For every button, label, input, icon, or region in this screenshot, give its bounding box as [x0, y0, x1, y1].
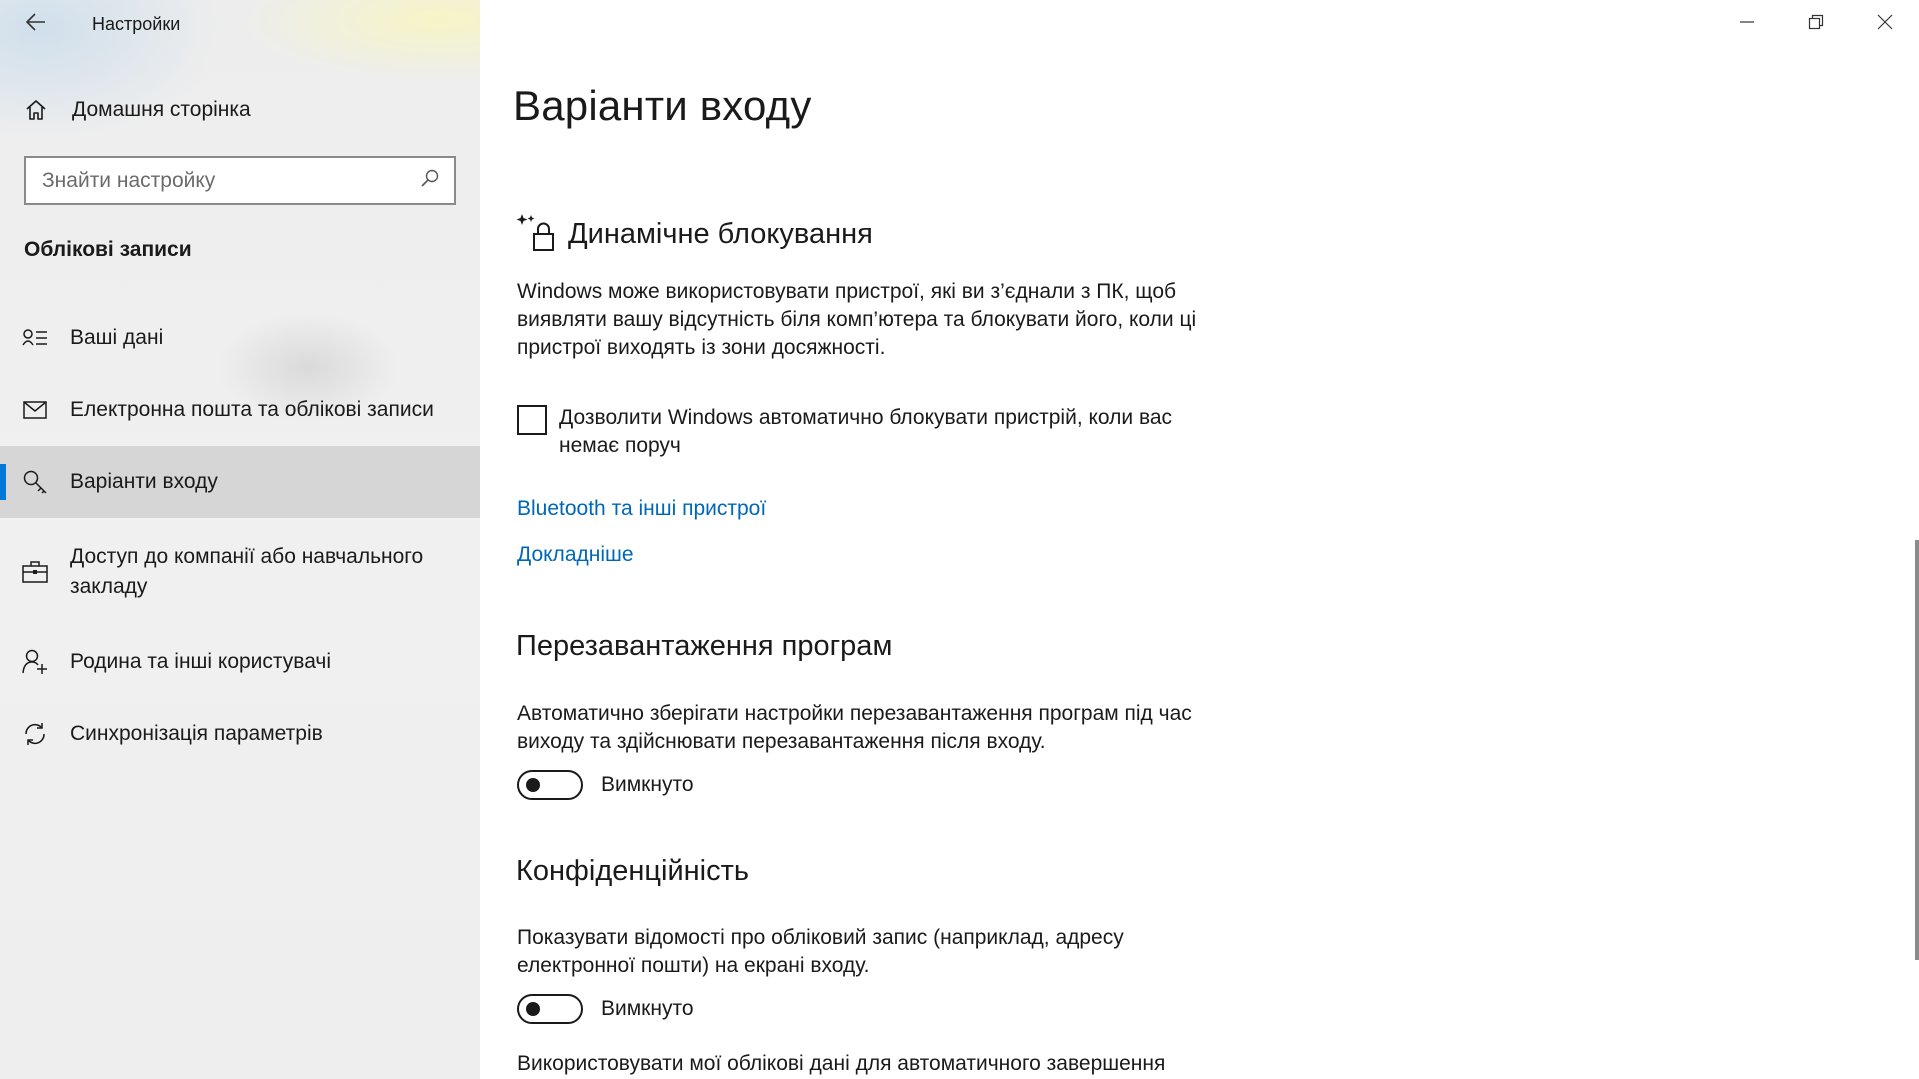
person-add-icon — [0, 649, 70, 675]
learn-more-link[interactable]: Докладніше — [517, 543, 634, 567]
bluetooth-devices-link[interactable]: Bluetooth та інші пристрої — [517, 497, 766, 521]
search-icon[interactable] — [420, 168, 440, 193]
section-privacy-header: Конфіденційність — [516, 855, 749, 888]
mail-icon — [0, 401, 70, 419]
close-icon — [1877, 14, 1893, 35]
sidebar-item-label: Синхронізація параметрів — [70, 722, 323, 745]
sidebar-item-home[interactable]: Домашня сторінка — [0, 84, 480, 136]
sidebar-item-label: Родина та інші користувачі — [70, 650, 332, 673]
sidebar-nav: Ваші дані Електронна пошта та облікові з… — [0, 302, 480, 770]
sidebar: Настройки Домашня сторінка Облікові запи… — [0, 0, 480, 1079]
toggle-knob — [526, 778, 540, 792]
close-button[interactable] — [1850, 0, 1919, 48]
sidebar-item-label: Електронна пошта та облікові записи — [70, 398, 434, 421]
section-title: Конфіденційність — [516, 855, 750, 887]
sidebar-item-your-info[interactable]: Ваші дані — [0, 302, 480, 374]
back-arrow-icon — [25, 12, 46, 36]
sidebar-item-label: Варіанти входу — [70, 470, 218, 493]
home-icon — [0, 98, 72, 122]
autofill-credentials-text: Використовувати мої облікові дані для ав… — [517, 1052, 1166, 1075]
section-title: Перезавантаження програм — [516, 630, 893, 662]
dynamic-lock-checkbox-row[interactable]: Дозволити Windows автоматично блокувати … — [517, 404, 1199, 460]
privacy-toggle[interactable] — [517, 994, 583, 1024]
search-box — [24, 156, 456, 205]
group-title: Облікові записи — [24, 238, 192, 261]
key-icon — [0, 469, 70, 495]
home-label: Домашня сторінка — [72, 98, 251, 121]
minimize-button[interactable] — [1712, 0, 1781, 48]
sidebar-item-email[interactable]: Електронна пошта та облікові записи — [0, 374, 480, 446]
app-restart-toggle-row[interactable]: Вимкнуто — [517, 770, 694, 800]
back-button[interactable] — [0, 0, 72, 48]
checkbox-label: Дозволити Windows автоматично блокувати … — [559, 406, 1173, 457]
toggle-knob — [526, 1002, 540, 1016]
sidebar-item-sync[interactable]: Синхронізація параметрів — [0, 698, 480, 770]
page-title: Варіанти входу — [513, 82, 812, 129]
sidebar-item-label: Ваші дані — [70, 326, 164, 349]
scrollbar[interactable] — [1915, 540, 1919, 960]
privacy-description: Показувати відомості про обліковий запис… — [517, 926, 1124, 977]
sidebar-item-sign-in-options[interactable]: Варіанти входу — [0, 446, 480, 518]
briefcase-icon — [0, 560, 70, 584]
sync-icon — [0, 721, 70, 747]
sidebar-item-work-access[interactable]: Доступ до компанії або навчального закла… — [0, 518, 480, 626]
section-title: Динамічне блокування — [568, 218, 873, 250]
window-controls — [1712, 0, 1919, 48]
search-input[interactable] — [42, 168, 420, 193]
section-dynamic-lock-header: Динамічне блокування — [516, 212, 873, 257]
privacy-toggle-row[interactable]: Вимкнуто — [517, 994, 694, 1024]
restore-icon — [1808, 14, 1824, 35]
dynamic-lock-icon — [516, 212, 556, 257]
app-restart-description: Автоматично зберігати настройки перезава… — [517, 702, 1192, 753]
dynamic-lock-checkbox[interactable] — [517, 405, 547, 435]
sidebar-item-family[interactable]: Родина та інші користувачі — [0, 626, 480, 698]
minimize-icon — [1739, 14, 1755, 35]
title-bar: Настройки — [0, 0, 480, 48]
main-content: Варіанти входу Динамічне блокування Wind… — [480, 0, 1919, 1079]
app-title: Настройки — [92, 13, 181, 34]
dynamic-lock-description: Windows може використовувати пристрої, я… — [517, 280, 1197, 359]
restore-button[interactable] — [1781, 0, 1850, 48]
person-card-icon — [0, 328, 70, 348]
app-restart-toggle[interactable] — [517, 770, 583, 800]
section-app-restart-header: Перезавантаження програм — [516, 630, 892, 663]
sidebar-item-label: Доступ до компанії або навчального закла… — [70, 545, 424, 598]
toggle-state-label: Вимкнуто — [601, 997, 694, 1020]
toggle-state-label: Вимкнуто — [601, 773, 694, 796]
